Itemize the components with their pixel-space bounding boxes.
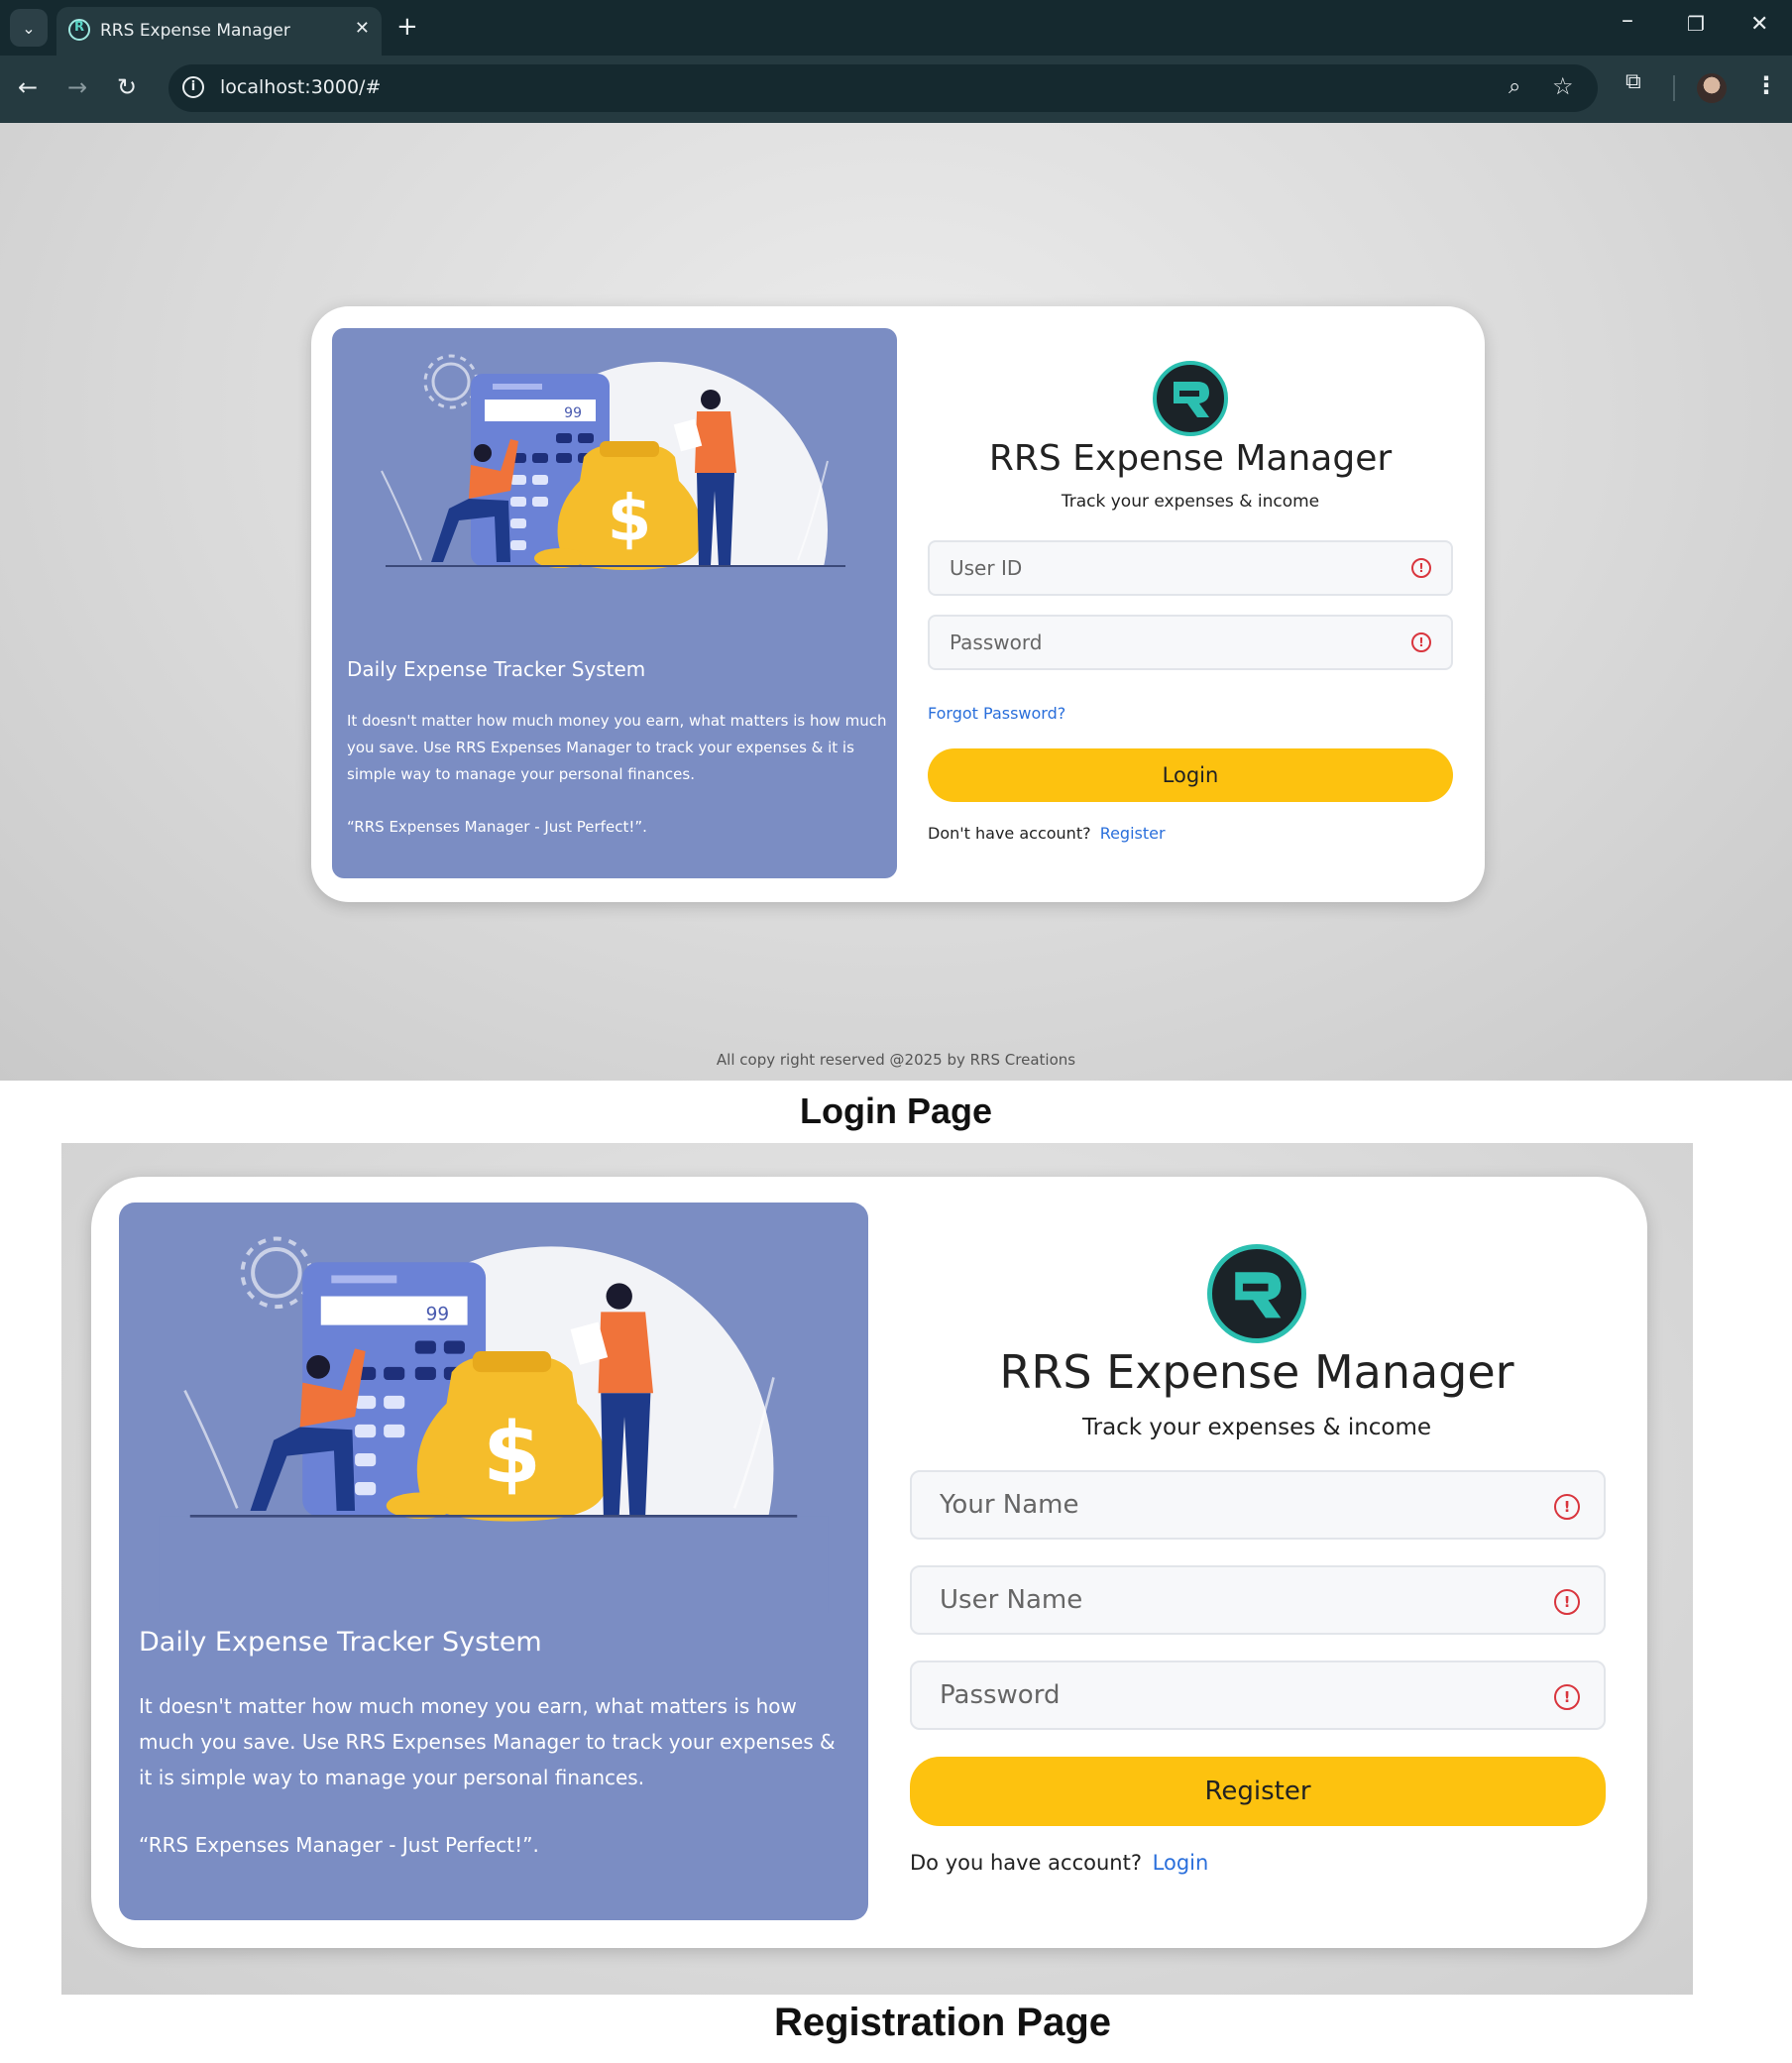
user-id-input[interactable] <box>930 542 1451 594</box>
registration-page-caption: Registration Page <box>773 2001 1112 2044</box>
back-icon[interactable]: ← <box>18 73 38 101</box>
browser-toolbar: ← → ↻ i localhost:3000/# ⌕ ☆ ⧉ ⋮ <box>0 56 1792 123</box>
url-text[interactable]: localhost:3000/# <box>220 76 381 98</box>
register-card: 99 $ Daily Expense Tracker System It doe… <box>91 1177 1647 1948</box>
error-icon: ! <box>1554 1684 1580 1710</box>
your-name-input[interactable] <box>912 1472 1604 1538</box>
brand-logo-icon <box>1207 1244 1306 1343</box>
brand-tagline: Track your expenses & income <box>1081 1415 1432 1440</box>
password-input[interactable] <box>912 1662 1604 1728</box>
user-name-field[interactable]: ! <box>910 1565 1606 1635</box>
error-icon: ! <box>1411 558 1431 578</box>
close-window-icon[interactable]: ✕ <box>1750 12 1768 37</box>
login-card: 99 $ Daily Expense Tracker System It doe… <box>311 306 1485 902</box>
brand-title: RRS Expense Manager <box>988 438 1393 479</box>
profile-avatar[interactable] <box>1697 73 1727 103</box>
user-name-input[interactable] <box>912 1567 1604 1633</box>
password-field[interactable]: ! <box>928 615 1453 670</box>
password-input[interactable] <box>930 617 1451 668</box>
login-screenshot: ⌄ RRS Expense Manager ✕ + – ❐ ✕ ← → ↻ i … <box>0 0 1792 1081</box>
forgot-password-link[interactable]: Forgot Password? <box>928 704 1065 723</box>
page-viewport: 99 $ Daily Expense Tracker System It doe… <box>0 123 1792 1081</box>
tab-title: RRS Expense Manager <box>100 21 290 41</box>
copyright-footer: All copy right reserved @2025 by RRS Cre… <box>716 1051 1076 1069</box>
finance-illustration: 99 $ <box>159 1236 829 1613</box>
svg-text:$: $ <box>483 1405 541 1502</box>
svg-text:$: $ <box>608 483 652 556</box>
register-button[interactable]: Register <box>910 1757 1606 1826</box>
tab-list-icon[interactable]: ⌄ <box>10 9 48 47</box>
hero-panel: 99 $ Daily Expense Tracker System It doe… <box>332 328 897 878</box>
minimize-icon[interactable]: – <box>1622 6 1633 34</box>
login-page-caption: Login Page <box>799 1090 992 1131</box>
zoom-icon[interactable]: ⌕ <box>1509 74 1520 99</box>
error-icon: ! <box>1411 632 1431 652</box>
brand-title: RRS Expense Manager <box>999 1345 1514 1399</box>
error-icon: ! <box>1554 1589 1580 1615</box>
hero-quote: “RRS Expenses Manager - Just Perfect!”. <box>347 818 647 836</box>
hero-description: It doesn't matter how much money you ear… <box>347 712 887 783</box>
error-icon: ! <box>1554 1494 1580 1520</box>
brand-logo-icon <box>1153 361 1228 436</box>
login-button[interactable]: Login <box>928 748 1453 802</box>
reload-icon[interactable]: ↻ <box>117 73 137 101</box>
registration-screenshot: 99 $ Daily Expense Tracker System It doe… <box>61 1143 1693 1995</box>
tab-close-icon[interactable]: ✕ <box>355 18 370 39</box>
hero-panel: 99 $ Daily Expense Tracker System It doe… <box>119 1203 868 1920</box>
hero-title: Daily Expense Tracker System <box>139 1627 542 1658</box>
register-link[interactable]: Register <box>1100 824 1166 843</box>
forward-icon[interactable]: → <box>67 73 87 101</box>
calculator-display: 99 <box>426 1304 450 1324</box>
login-prompt: Do you have account? Login <box>910 1851 1208 1875</box>
register-prompt: Don't have account? Register <box>928 824 1166 843</box>
extensions-icon[interactable]: ⧉ <box>1625 69 1641 94</box>
address-bar[interactable]: i localhost:3000/# ⌕ ☆ <box>168 64 1598 112</box>
gear-icon <box>423 354 479 409</box>
browser-tab-bar: ⌄ RRS Expense Manager ✕ + – ❐ ✕ <box>0 0 1792 56</box>
menu-icon[interactable]: ⋮ <box>1754 71 1778 99</box>
new-tab-icon[interactable]: + <box>396 12 418 42</box>
hero-quote: “RRS Expenses Manager - Just Perfect!”. <box>139 1833 539 1857</box>
browser-tab[interactable]: RRS Expense Manager ✕ <box>56 7 382 56</box>
toolbar-divider <box>1673 75 1675 101</box>
hero-title: Daily Expense Tracker System <box>347 657 646 681</box>
password-field[interactable]: ! <box>910 1661 1606 1730</box>
brand-tagline: Track your expenses & income <box>1061 492 1320 512</box>
finance-illustration: 99 $ <box>362 354 869 639</box>
hero-description: It doesn't matter how much money you ear… <box>139 1694 836 1789</box>
gear-icon <box>240 1236 313 1310</box>
your-name-field[interactable]: ! <box>910 1470 1606 1540</box>
calculator-display: 99 <box>564 405 582 421</box>
login-link[interactable]: Login <box>1153 1851 1209 1875</box>
login-prompt-text: Do you have account? <box>910 1851 1142 1875</box>
favicon-icon <box>68 19 90 41</box>
bookmark-star-icon[interactable]: ☆ <box>1552 72 1574 100</box>
restore-icon[interactable]: ❐ <box>1687 12 1705 36</box>
user-id-field[interactable]: ! <box>928 540 1453 596</box>
register-prompt-text: Don't have account? <box>928 824 1091 843</box>
site-info-icon[interactable]: i <box>182 76 204 98</box>
